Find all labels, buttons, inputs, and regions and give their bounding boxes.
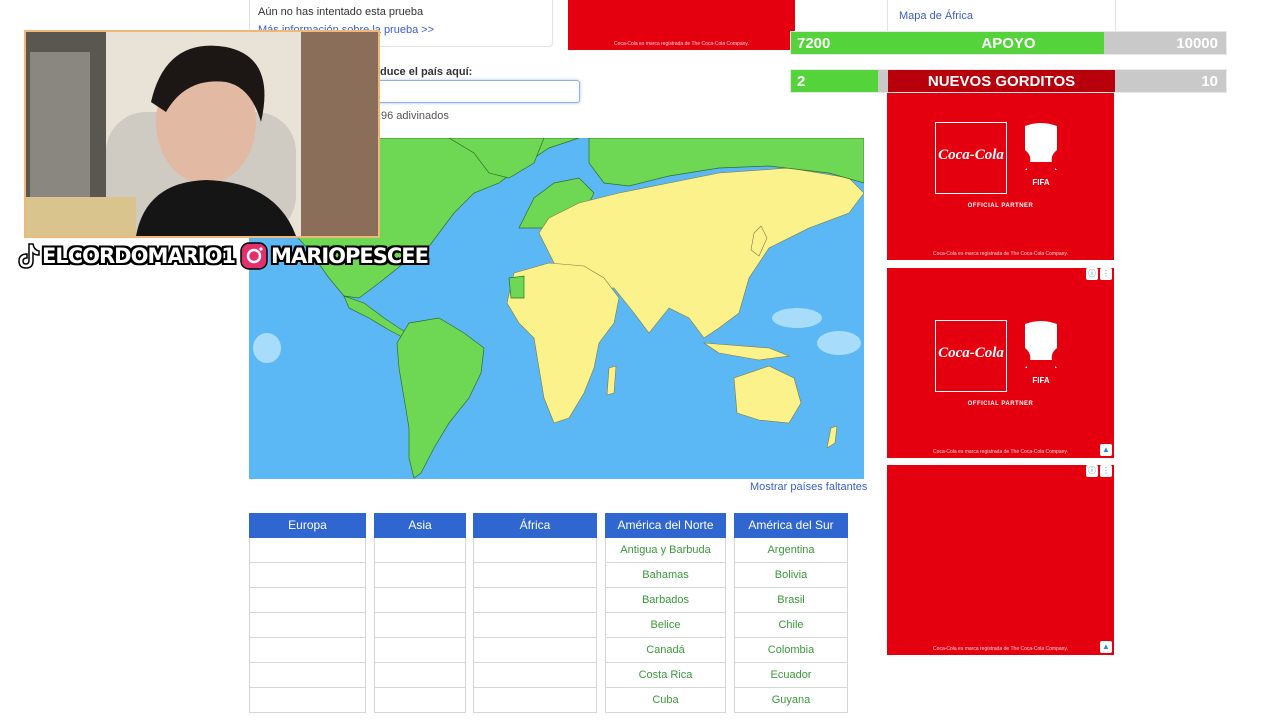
gorditos-target: 10 (1201, 73, 1218, 90)
table-cell (374, 688, 466, 713)
table-cell: Argentina (734, 538, 848, 563)
column-south-america: América del Sur Argentina Bolivia Brasil… (734, 513, 848, 713)
madagascar-land (606, 365, 617, 396)
table-cell: Brasil (734, 588, 848, 613)
table-cell: Belice (605, 613, 726, 638)
social-handles: ELCORDOMARIO1 MARIOPESCEE (16, 240, 429, 272)
table-cell: Costa Rica (605, 663, 726, 688)
column-header: Asia (374, 513, 466, 538)
western-sahara-land (508, 275, 525, 299)
table-cell: Bahamas (605, 563, 726, 588)
ad-menu-icon[interactable]: ⋮ (1100, 465, 1112, 477)
table-cell (249, 613, 366, 638)
table-cell: Cuba (605, 688, 726, 713)
table-cell: Ecuador (734, 663, 848, 688)
coca-cola-logo: Coca-Cola (935, 122, 1007, 194)
gorditos-goal-bar: 2 NUEVOS GORDITOS 10 (790, 69, 1227, 93)
table-cell (249, 588, 366, 613)
coca-cola-wordmark: Coca-Cola (938, 345, 1004, 361)
webcam-feed (26, 32, 378, 236)
central-america-land (343, 295, 410, 339)
column-header: Europa (249, 513, 366, 538)
ad-disclaimer: Coca-Cola es marca registrada de The Coc… (933, 646, 1068, 652)
column-header: África (473, 513, 597, 538)
table-cell (473, 538, 597, 563)
gorditos-label: NUEVOS GORDITOS (927, 73, 1076, 90)
column-asia: Asia (374, 513, 466, 713)
table-cell (473, 588, 597, 613)
table-cell (374, 613, 466, 638)
table-cell (374, 588, 466, 613)
column-africa: África (473, 513, 597, 713)
coca-cola-wordmark: Coca-Cola (938, 147, 1004, 163)
fifa-label: FIFA (1032, 376, 1050, 385)
table-cell: Barbados (605, 588, 726, 613)
ad-menu-icon[interactable]: ⋮ (1100, 268, 1112, 280)
table-cell (249, 688, 366, 713)
table-cell (473, 663, 597, 688)
coke-ad-3[interactable]: ⓘ ⋮ ▲ Coca-Cola es marca registrada de T… (887, 465, 1114, 655)
africa-map-link[interactable]: Mapa de África (899, 10, 973, 22)
column-header: América del Norte (605, 513, 726, 538)
table-cell: Colombia (734, 638, 848, 663)
country-input[interactable] (372, 80, 580, 103)
table-cell (249, 638, 366, 663)
australia-land (733, 365, 802, 424)
webcam-overlay (24, 30, 380, 238)
official-partner-text: OFFICIAL PARTNER (967, 203, 1034, 209)
instagram-icon (240, 242, 268, 270)
column-header: América del Sur (734, 513, 848, 538)
show-missing-link[interactable]: Mostrar países faltantes (750, 481, 867, 493)
fifa-label: FIFA (1032, 178, 1050, 187)
table-cell (374, 663, 466, 688)
table-cell: Bolivia (734, 563, 848, 588)
gorditos-current: 2 (797, 73, 806, 90)
table-cell (249, 563, 366, 588)
table-cell (473, 638, 597, 663)
guessed-count: 96 adivinados (381, 110, 449, 122)
instagram-handle: MARIOPESCEE (271, 244, 429, 268)
indonesia-land (702, 342, 791, 361)
table-cell: Guyana (734, 688, 848, 713)
tiktok-handle: ELCORDOMARIO1 (42, 244, 236, 268)
apoyo-goal-bar: 7200 APOYO 10000 (790, 31, 1227, 55)
table-cell: Chile (734, 613, 848, 638)
official-partner-text: OFFICIAL PARTNER (967, 401, 1034, 407)
coca-cola-logo: Coca-Cola (935, 320, 1007, 392)
tiktok-icon (18, 243, 40, 269)
table-cell (473, 613, 597, 638)
ad-disclaimer: Coca-Cola es marca registrada de The Coc… (933, 251, 1068, 257)
column-north-america: América del Norte Antigua y Barbuda Baha… (605, 513, 726, 713)
coke-ad-1[interactable]: Coca-Cola FIFA OFFICIAL PARTNER Coca-Col… (887, 70, 1114, 260)
country-input-label: duce el país aquí: (380, 66, 473, 78)
pacific-highlight (772, 308, 822, 328)
ad-info-icon[interactable]: ⓘ (1086, 465, 1098, 477)
table-cell (249, 538, 366, 563)
related-quizzes-box: Mapa de África (887, 0, 1116, 35)
east-pacific-highlight (253, 333, 281, 363)
column-europa: Europa (249, 513, 366, 713)
table-cell (374, 638, 466, 663)
not-attempted-text: Aún no has intentado esta prueba (258, 6, 424, 18)
ad-disclaimer: Coca-Cola es marca registrada de The Coc… (933, 449, 1068, 455)
table-cell (473, 688, 597, 713)
new-zealand-land (826, 425, 838, 449)
table-cell: Antigua y Barbuda (605, 538, 726, 563)
pacific-highlight-2 (817, 331, 861, 355)
table-cell (249, 663, 366, 688)
top-banner-ad[interactable]: Coca-Cola es marca registrada de The Coc… (568, 0, 795, 50)
coke-ad-2[interactable]: ⓘ ⋮ Coca-Cola FIFA OFFICIAL PARTNER ▲ Co… (887, 268, 1114, 458)
apoyo-target: 10000 (1176, 35, 1218, 52)
table-cell: Canadá (605, 638, 726, 663)
apoyo-label: APOYO (981, 35, 1036, 52)
table-cell (374, 563, 466, 588)
south-america-land (396, 317, 485, 479)
ad-info-icon[interactable]: ⓘ (1086, 268, 1098, 280)
table-cell (473, 563, 597, 588)
table-cell (374, 538, 466, 563)
ad-disclaimer: Coca-Cola es marca registrada de The Coc… (614, 41, 749, 47)
